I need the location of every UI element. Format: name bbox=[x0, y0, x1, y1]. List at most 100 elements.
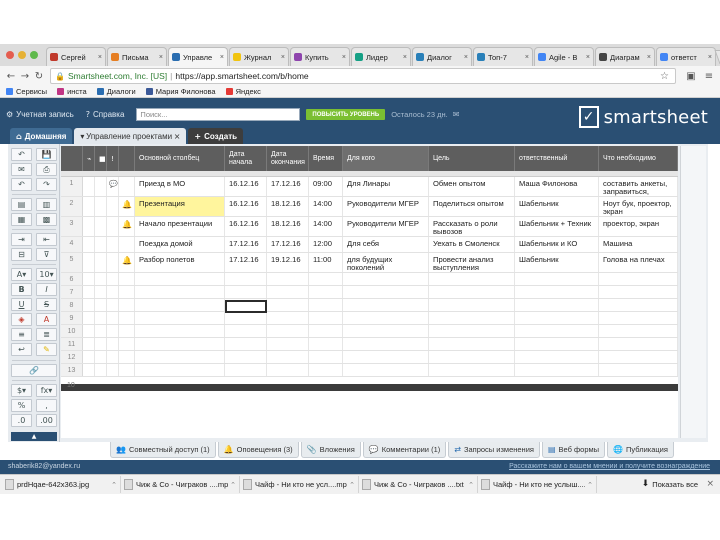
row-icon-cell[interactable] bbox=[83, 312, 95, 324]
chevron-up-icon[interactable]: ⌃ bbox=[349, 481, 355, 489]
table-cell[interactable]: составить анкеты, заправиться, доехать bbox=[599, 177, 678, 196]
decimal-decrease-icon[interactable]: .0 bbox=[11, 414, 32, 427]
row-icon-cell[interactable] bbox=[107, 364, 119, 376]
tab-sheet[interactable]: ▾ Управление проектами × bbox=[74, 128, 187, 144]
row-icon-cell[interactable] bbox=[95, 237, 107, 252]
table-cell[interactable]: 17.12.16 bbox=[267, 177, 309, 196]
row-icon-cell[interactable] bbox=[119, 273, 135, 285]
bookmark-item[interactable]: Мария Филонова bbox=[145, 87, 216, 96]
table-cell[interactable] bbox=[225, 273, 267, 285]
table-cell[interactable] bbox=[343, 312, 429, 324]
table-cell[interactable] bbox=[515, 273, 599, 285]
table-cell[interactable]: Провести анализ выступления bbox=[429, 253, 515, 272]
chevron-down-icon[interactable]: ▾ bbox=[80, 132, 84, 141]
table-cell[interactable]: Приезд в МО bbox=[135, 177, 225, 196]
comment-icon[interactable]: 💬 bbox=[109, 180, 118, 188]
table-cell[interactable]: Рассказать о роли вывозов bbox=[429, 217, 515, 236]
table-cell[interactable] bbox=[267, 338, 309, 350]
row-icon-cell[interactable] bbox=[107, 325, 119, 337]
tab-close-icon[interactable]: × bbox=[159, 54, 163, 61]
row-icon-cell[interactable] bbox=[83, 217, 95, 236]
column-header[interactable]: Цель bbox=[429, 146, 515, 171]
table-cell[interactable]: Голова на плечах bbox=[599, 253, 678, 272]
table-cell[interactable] bbox=[225, 312, 267, 324]
card-view-icon[interactable]: ▦ bbox=[11, 213, 32, 226]
table-cell[interactable] bbox=[343, 299, 429, 311]
table-cell[interactable] bbox=[267, 325, 309, 337]
table-cell[interactable]: 16.12.16 bbox=[225, 177, 267, 196]
row-icon-cell[interactable] bbox=[83, 364, 95, 376]
browser-tab[interactable]: Топ-7 × bbox=[473, 47, 533, 66]
align-left-icon[interactable]: ≡ bbox=[11, 328, 32, 341]
column-header[interactable]: Дата начала bbox=[225, 146, 267, 171]
address-bar[interactable]: 🔒 Smartsheet.com, Inc. [US] | https://ap… bbox=[50, 68, 676, 84]
table-cell[interactable] bbox=[343, 273, 429, 285]
browser-tab[interactable]: Журнал × bbox=[229, 47, 289, 66]
column-header[interactable]: Дата окончания bbox=[267, 146, 309, 171]
table-cell[interactable] bbox=[309, 312, 343, 324]
window-close-dot[interactable] bbox=[6, 51, 14, 59]
table-row[interactable]: 3 🔔 Начало презентации 16.12.16 18.12.16 14:0… bbox=[61, 217, 678, 237]
table-cell[interactable] bbox=[267, 312, 309, 324]
filter-icon[interactable]: ⊽ bbox=[36, 248, 57, 261]
table-row[interactable]: 1 💬 Приезд в МО 16.12.16 17.12.16 09:00 Для Ли… bbox=[61, 177, 678, 197]
table-cell[interactable] bbox=[429, 273, 515, 285]
tab-close-icon[interactable]: × bbox=[98, 54, 102, 61]
row-icon-cell[interactable] bbox=[107, 197, 119, 216]
browser-tab[interactable]: Купить × bbox=[290, 47, 350, 66]
grid-view-icon[interactable]: ▤ bbox=[11, 198, 32, 211]
table-cell[interactable] bbox=[225, 364, 267, 376]
chevron-up-icon[interactable]: ⌃ bbox=[111, 481, 117, 489]
table-row[interactable]: 8 bbox=[61, 299, 678, 312]
row-icon-cell[interactable] bbox=[107, 299, 119, 311]
outdent-icon[interactable]: ⇤ bbox=[36, 233, 57, 246]
table-cell[interactable] bbox=[429, 286, 515, 298]
browser-tab[interactable]: Сергей × bbox=[46, 47, 106, 66]
table-cell[interactable] bbox=[309, 286, 343, 298]
font-family-icon[interactable]: A▾ bbox=[11, 268, 32, 281]
table-cell[interactable]: Шабельник и КО bbox=[515, 237, 599, 252]
table-row[interactable]: 10 bbox=[61, 325, 678, 338]
strikethrough-icon[interactable]: S bbox=[36, 298, 57, 311]
table-cell[interactable] bbox=[225, 338, 267, 350]
comment-col-header[interactable]: ■ bbox=[95, 146, 107, 171]
align-center-icon[interactable]: ≣ bbox=[36, 328, 57, 341]
status-col-header[interactable]: ! bbox=[107, 146, 119, 171]
row-icon-cell[interactable] bbox=[83, 273, 95, 285]
table-cell[interactable] bbox=[599, 338, 678, 350]
table-cell[interactable] bbox=[135, 299, 225, 311]
table-cell[interactable]: 12:00 bbox=[309, 237, 343, 252]
help-menu[interactable]: ? Справка bbox=[86, 110, 125, 119]
table-row[interactable]: 4 Поездка домой 17.12.16 17.12.16 12:00 Для с… bbox=[61, 237, 678, 253]
row-icon-cell[interactable] bbox=[95, 299, 107, 311]
info-icon[interactable]: ✉ bbox=[453, 110, 460, 119]
percent-format-icon[interactable]: % bbox=[11, 399, 32, 412]
table-cell[interactable] bbox=[429, 364, 515, 376]
table-cell[interactable]: 18.12.16 bbox=[267, 217, 309, 236]
tab-close-icon[interactable]: × bbox=[647, 54, 651, 61]
row-icon-cell[interactable] bbox=[95, 197, 107, 216]
table-cell[interactable]: Разбор полетов bbox=[135, 253, 225, 272]
forward-icon[interactable]: → bbox=[18, 69, 32, 83]
undo-menu-icon[interactable]: ↶ bbox=[11, 148, 32, 161]
table-cell[interactable]: Поделиться опытом bbox=[429, 197, 515, 216]
row-icon-cell[interactable] bbox=[119, 312, 135, 324]
column-header[interactable]: Для кого bbox=[343, 146, 429, 171]
table-cell[interactable] bbox=[429, 338, 515, 350]
browser-tab[interactable]: Лидер × bbox=[351, 47, 411, 66]
table-cell[interactable]: Шабельник bbox=[515, 197, 599, 216]
currency-format-icon[interactable]: $▾ bbox=[11, 384, 32, 397]
hyperlink-icon[interactable]: 🔗 bbox=[11, 364, 57, 377]
footer-tab[interactable]: 🔔 Оповещения (3) bbox=[217, 442, 299, 458]
row-icon-cell[interactable] bbox=[95, 312, 107, 324]
table-cell[interactable]: 11:00 bbox=[309, 253, 343, 272]
table-cell[interactable]: 14:00 bbox=[309, 217, 343, 236]
table-cell[interactable]: 16.12.16 bbox=[225, 197, 267, 216]
table-cell[interactable] bbox=[515, 299, 599, 311]
tab-home[interactable]: ⌂ Домашняя bbox=[10, 128, 73, 144]
browser-tab[interactable]: Agile - В × bbox=[534, 47, 594, 66]
row-icon-cell[interactable] bbox=[107, 351, 119, 363]
table-cell[interactable]: Поездка домой bbox=[135, 237, 225, 252]
reminder-bell-icon[interactable]: 🔔 bbox=[122, 220, 132, 229]
tab-close-icon[interactable]: × bbox=[281, 54, 285, 61]
